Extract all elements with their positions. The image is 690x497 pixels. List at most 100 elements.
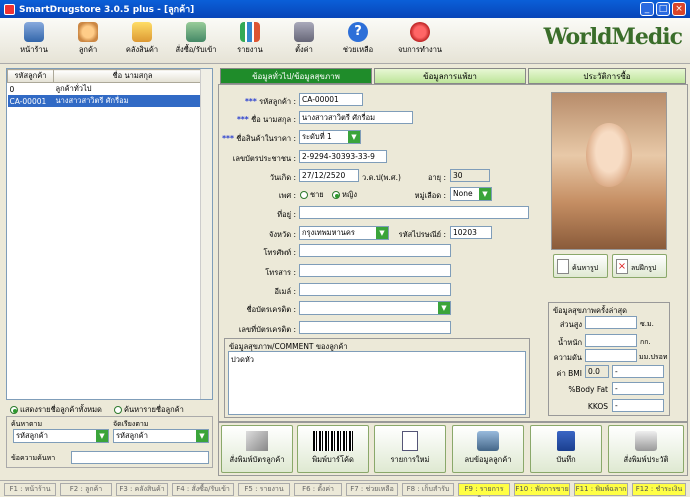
- row-name: นางสาวสาวิตรี ศักรื่อม: [53, 95, 212, 107]
- price-level-select[interactable]: ระดับที่ 1 ▼: [299, 130, 361, 144]
- show-all-option[interactable]: แสดงรายชื่อลูกค้าทั้งหมด: [10, 404, 102, 416]
- sex-female-label: หญิง: [342, 190, 357, 199]
- address-field[interactable]: [299, 206, 529, 219]
- search-option[interactable]: ค้นหารายชื่อลูกค้า: [114, 404, 184, 416]
- pressure-field[interactable]: [585, 349, 637, 362]
- bodyfat-field[interactable]: -: [612, 382, 664, 395]
- fax-field[interactable]: [299, 264, 451, 277]
- chevron-down-icon: ▼: [438, 302, 450, 314]
- print-card-button[interactable]: สั่งพิมพ์บัตรลูกค้า: [221, 425, 293, 473]
- row-code: CA-00001: [7, 95, 54, 107]
- fkey-f4[interactable]: F4 : สั่งซื้อ/รับเข้า: [172, 483, 234, 496]
- id-card-field[interactable]: 2-9294-30393-33-9: [299, 150, 387, 163]
- sex-male-radio[interactable]: [300, 191, 308, 199]
- price-level-label: *** ชื่อสินค้าในราคา :: [222, 133, 296, 145]
- sort-by-select[interactable]: รหัสลูกค้า ▼: [113, 429, 209, 443]
- print-history-button[interactable]: สั่งพิมพ์ประวัติ: [608, 425, 684, 473]
- new-record-button[interactable]: รายการใหม่: [374, 425, 446, 473]
- fkey-f5[interactable]: F5 : รายงาน: [238, 483, 290, 496]
- bmi-label: ค่า BMI: [556, 369, 582, 378]
- column-header-code[interactable]: รหัสลูกค้า: [7, 69, 54, 83]
- email-field[interactable]: [299, 283, 451, 296]
- list-scrollbar[interactable]: [200, 69, 212, 399]
- fkey-f11[interactable]: F11 : พิมพ์ฉลาก: [574, 483, 628, 496]
- toolbar-customer-button[interactable]: ลูกค้า: [62, 22, 114, 62]
- toolbar-exit-button[interactable]: จบการทำงาน: [390, 22, 450, 62]
- toolbar-settings-button[interactable]: ตั้งค่า: [278, 22, 330, 62]
- brand-logo: WorldMedic: [543, 24, 683, 50]
- toolbar-inventory-button[interactable]: คลังสินค้า: [116, 22, 168, 62]
- chevron-down-icon: ▼: [479, 188, 491, 200]
- fkey-f12[interactable]: F12 : ชำระเงิน: [632, 483, 686, 496]
- column-header-name[interactable]: ชื่อ นามสกุล: [53, 69, 212, 83]
- tab-general[interactable]: ข้อมูลทั่วไป/ข้อมูลสุขภาพ: [220, 68, 372, 84]
- fkey-f9[interactable]: F9 : รายการใหม่: [458, 483, 510, 497]
- fkey-f1[interactable]: F1 : หน้าร้าน: [4, 483, 56, 496]
- delete-customer-button[interactable]: ลบข้อมูลลูกค้า: [452, 425, 524, 473]
- fkey-f8[interactable]: F8 : เก็บสำรับ: [402, 483, 454, 496]
- new-document-icon: [402, 431, 418, 451]
- phone-field[interactable]: [299, 244, 451, 257]
- fkey-f3[interactable]: F3 : คลังสินค้า: [116, 483, 168, 496]
- toolbar-storefront-button[interactable]: หน้าร้าน: [8, 22, 60, 62]
- action-label: ลบข้อมูลลูกค้า: [464, 455, 512, 464]
- search-radio[interactable]: [114, 406, 122, 414]
- search-text-input[interactable]: [71, 451, 209, 464]
- toolbar-label: ลูกค้า: [78, 45, 98, 54]
- purchase-icon: [186, 22, 206, 42]
- toolbar-label: หน้าร้าน: [20, 45, 48, 54]
- action-label: สั่งพิมพ์ประวัติ: [623, 455, 669, 464]
- fkey-f10[interactable]: F10 : พักการขาย: [514, 483, 570, 496]
- delete-image-icon: ×: [616, 259, 628, 274]
- delete-photo-label: ลบฝึกรูป: [631, 264, 657, 272]
- table-row[interactable]: 0 ลูกค้าทั่วไป: [8, 83, 212, 96]
- minimize-button[interactable]: _: [640, 2, 654, 16]
- row-code: 0: [9, 84, 15, 94]
- postal-field[interactable]: 10203: [450, 226, 492, 239]
- age-label: อายุ :: [427, 173, 446, 182]
- tools-icon: [294, 22, 314, 42]
- sex-female-option[interactable]: หญิง: [332, 189, 357, 201]
- card-name-select[interactable]: ▼: [299, 301, 451, 315]
- birth-date-field[interactable]: 27/12/2520: [299, 169, 359, 182]
- height-field[interactable]: [585, 316, 637, 329]
- action-label: รายการใหม่: [390, 455, 430, 464]
- show-all-radio[interactable]: [10, 406, 18, 414]
- close-button[interactable]: ×: [672, 2, 686, 16]
- toolbar-label: ตั้งค่า: [295, 45, 313, 54]
- name-field[interactable]: นางสาวสาวิตรี ศักรื่อม: [299, 111, 413, 124]
- province-select[interactable]: กรุงเทพมหานคร ▼: [299, 226, 389, 240]
- weight-field[interactable]: [585, 334, 637, 347]
- table-row-selected[interactable]: CA-00001 นางสาวสาวิตรี ศักรื่อม: [7, 95, 212, 107]
- card-number-field[interactable]: [299, 321, 451, 334]
- card-name-label: ชื่อบัตรเครดิต :: [246, 305, 296, 314]
- fkey-f6[interactable]: F6 : ตั้งค่า: [294, 483, 342, 496]
- search-by-select[interactable]: รหัสลูกค้า ▼: [13, 429, 109, 443]
- kkos-label: KKOS: [587, 402, 608, 411]
- save-button[interactable]: บันทึก: [530, 425, 602, 473]
- sex-label: เพศ :: [278, 191, 296, 200]
- card-number-label: เลขที่บัตรเครดิต :: [238, 325, 296, 334]
- toolbar-purchase-button[interactable]: สั่งซื้อ/รับเข้า: [170, 22, 222, 62]
- sex-male-option[interactable]: ชาย: [300, 189, 324, 201]
- printer-icon: [635, 431, 657, 451]
- print-barcode-button[interactable]: พิมพ์บาร์โค้ด: [297, 425, 369, 473]
- barcode-icon: [313, 431, 353, 451]
- comment-textarea[interactable]: ปวดหัว: [228, 351, 526, 415]
- blood-select[interactable]: None ▼: [450, 187, 492, 201]
- toolbar-label: คลังสินค้า: [125, 45, 159, 54]
- chevron-down-icon: ▼: [348, 131, 360, 143]
- toolbar-help-button[interactable]: ? ช่วยเหลือ: [332, 22, 384, 62]
- sex-female-radio[interactable]: [332, 191, 340, 199]
- fkey-f7[interactable]: F7 : ช่วยเหลือ: [346, 483, 398, 496]
- tab-allergy[interactable]: ข้อมูลการแพ้ยา: [374, 68, 526, 84]
- tab-purchase-history[interactable]: ประวัติการซื้อ: [528, 68, 686, 84]
- find-photo-button[interactable]: ค้นหารูป: [553, 254, 608, 278]
- customer-code-field[interactable]: CA-00001: [299, 93, 363, 106]
- fkey-f2[interactable]: F2 : ลูกค้า: [60, 483, 112, 496]
- toolbar-report-button[interactable]: รายงาน: [224, 22, 276, 62]
- kkos-field[interactable]: -: [612, 399, 664, 412]
- customer-list[interactable]: รหัสลูกค้า ชื่อ นามสกุล 0 ลูกค้าทั่วไป C…: [6, 68, 213, 400]
- delete-photo-button[interactable]: × ลบฝึกรูป: [612, 254, 667, 278]
- maximize-button[interactable]: □: [656, 2, 670, 16]
